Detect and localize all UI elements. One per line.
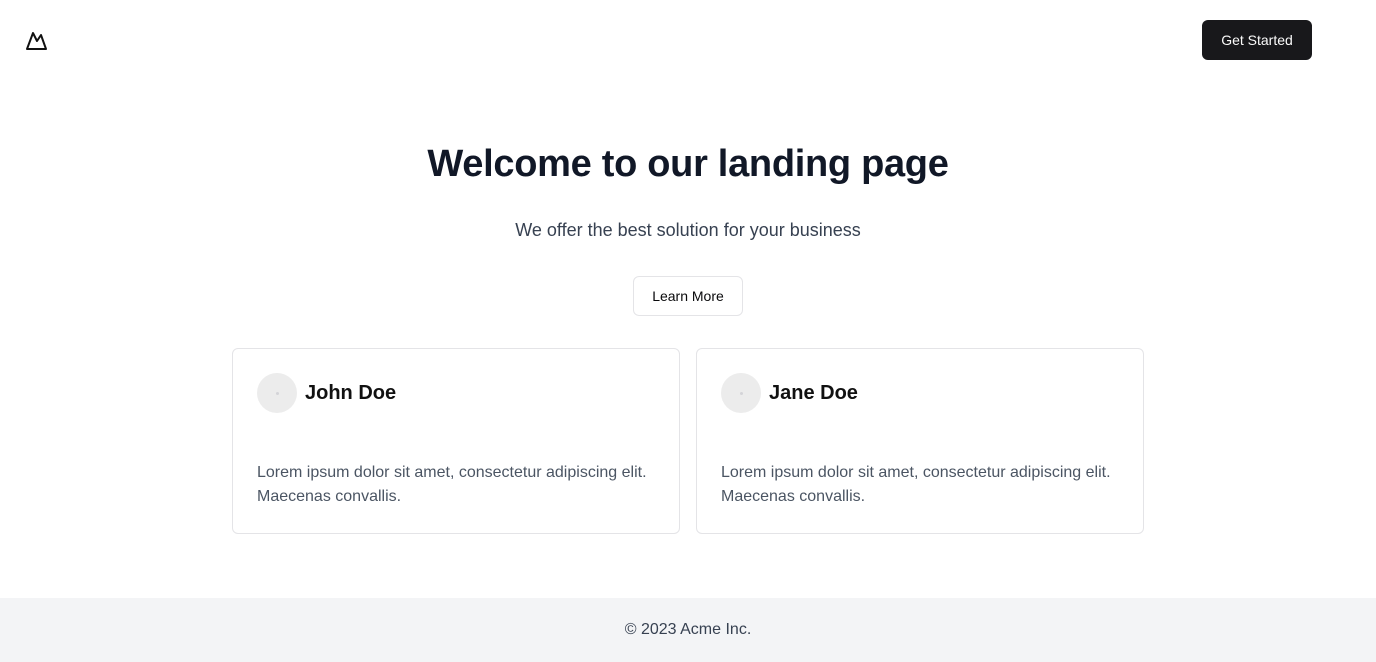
logo-link[interactable]	[25, 29, 48, 51]
card-text: Lorem ipsum dolor sit amet, consectetur …	[721, 464, 1111, 505]
avatar-placeholder-icon	[275, 391, 279, 395]
avatar	[721, 373, 761, 413]
card-text: Lorem ipsum dolor sit amet, consectetur …	[257, 464, 647, 505]
card-name: Jane Doe	[769, 382, 858, 404]
hero-title: Welcome to our landing page	[427, 143, 949, 185]
mountain-icon	[26, 32, 47, 50]
copyright-text: © 2023 Acme Inc.	[624, 621, 752, 638]
site-footer: © 2023 Acme Inc.	[0, 598, 1376, 662]
card-header: Jane Doe	[721, 373, 858, 413]
learn-more-button[interactable]: Learn More	[633, 276, 743, 316]
site-header: Get Started	[0, 0, 1376, 80]
testimonial-card: Jane Doe Lorem ipsum dolor sit amet, con…	[696, 348, 1144, 534]
avatar	[257, 373, 297, 413]
testimonial-card: John Doe Lorem ipsum dolor sit amet, con…	[232, 348, 680, 534]
hero-subtitle: We offer the best solution for your busi…	[515, 220, 861, 240]
avatar-placeholder-icon	[739, 391, 743, 395]
get-started-button[interactable]: Get Started	[1202, 20, 1312, 60]
card-header: John Doe	[257, 373, 396, 413]
card-name: John Doe	[305, 382, 397, 404]
landing-page: Get Started Welcome to our landing page …	[0, 0, 1376, 662]
